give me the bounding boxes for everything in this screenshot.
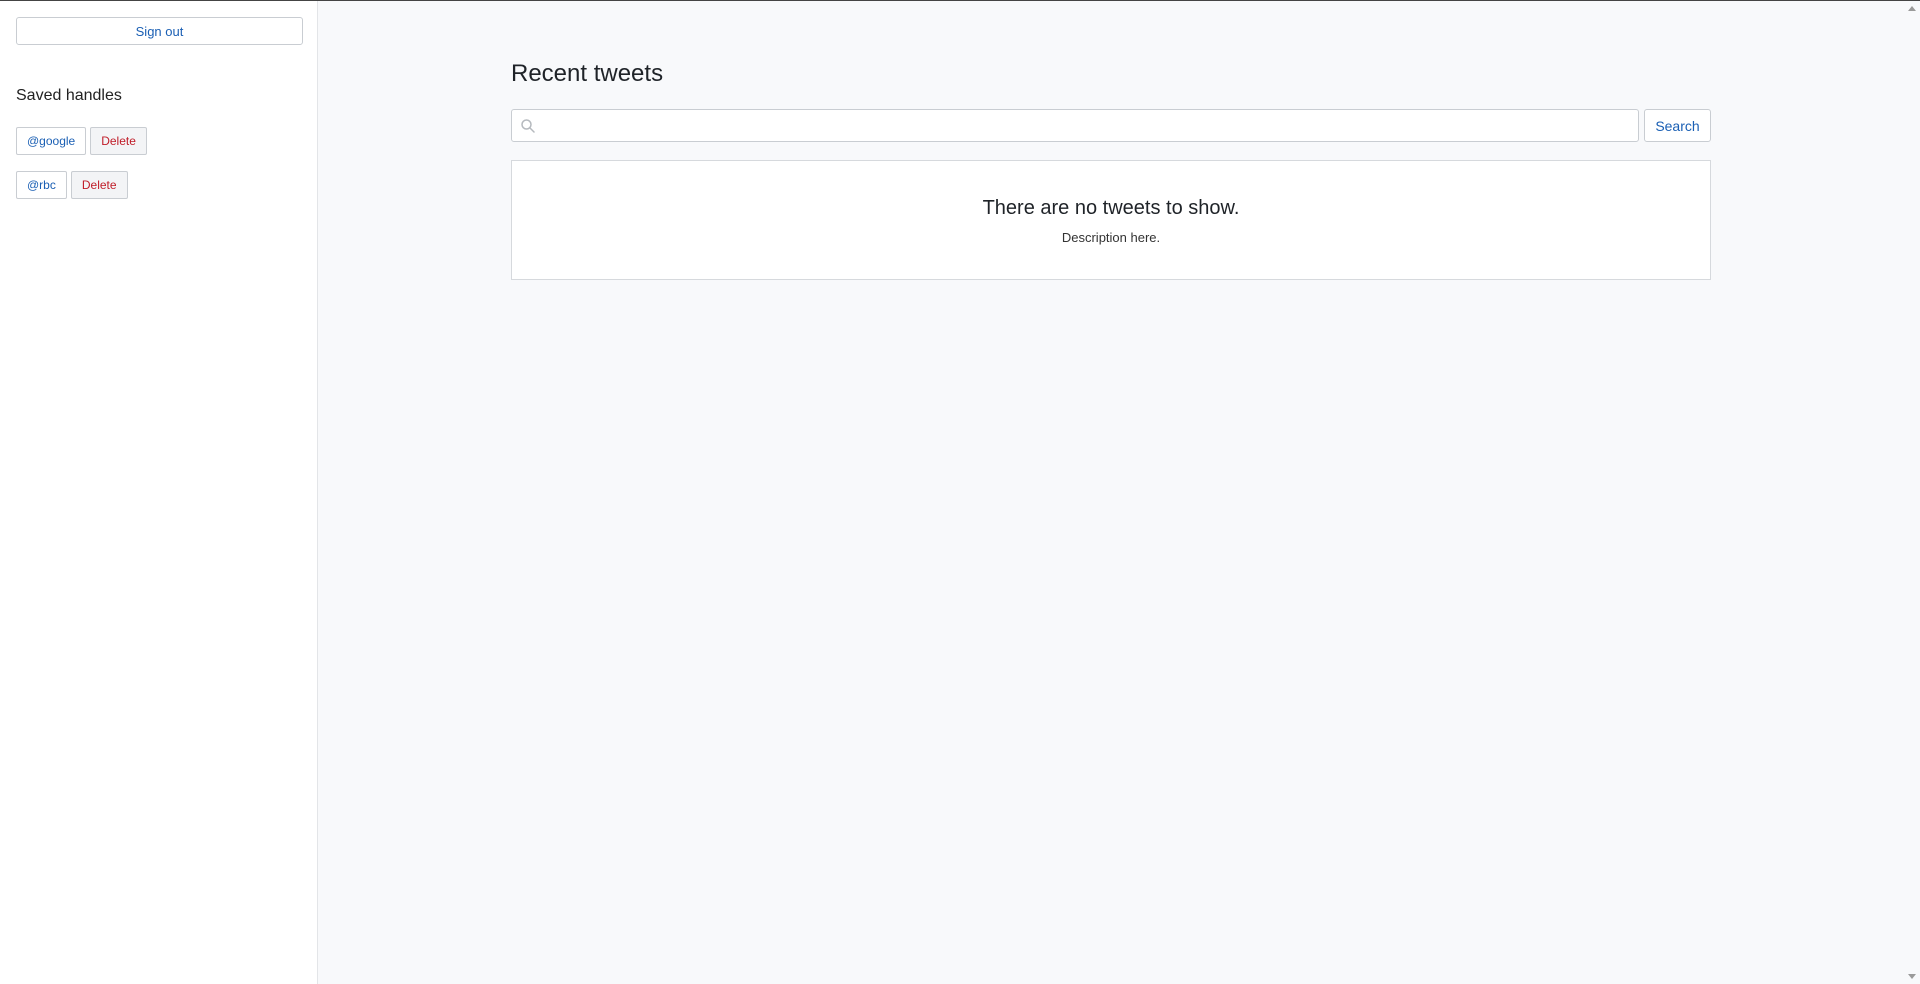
search-input[interactable] [540, 110, 1634, 143]
delete-handle-button[interactable]: Delete [70, 171, 128, 199]
empty-state-title: There are no tweets to show. [982, 197, 1240, 219]
delete-handle-button[interactable]: Delete [90, 127, 147, 155]
search-box [511, 109, 1639, 143]
search-icon [521, 119, 535, 133]
saved-handle-row: @google Delete [16, 127, 147, 155]
handle-button-rbc[interactable]: @rbc [16, 171, 67, 199]
scroll-down-arrow-icon[interactable] [1908, 974, 1916, 979]
empty-state-description: Description here. [1061, 230, 1161, 245]
sidebar: Sign out Saved handles @google Delete @r… [0, 1, 318, 984]
saved-handles-heading: Saved handles [16, 87, 122, 104]
sign-out-button[interactable]: Sign out [16, 17, 303, 45]
vertical-scrollbar[interactable] [1904, 1, 1920, 984]
search-button[interactable]: Search [1644, 109, 1711, 142]
saved-handle-row: @rbc Delete [16, 171, 128, 199]
empty-state-card: There are no tweets to show. Description… [511, 160, 1711, 280]
scroll-up-arrow-icon[interactable] [1908, 6, 1916, 11]
page-title: Recent tweets [511, 60, 664, 87]
handle-button-google[interactable]: @google [16, 127, 87, 155]
